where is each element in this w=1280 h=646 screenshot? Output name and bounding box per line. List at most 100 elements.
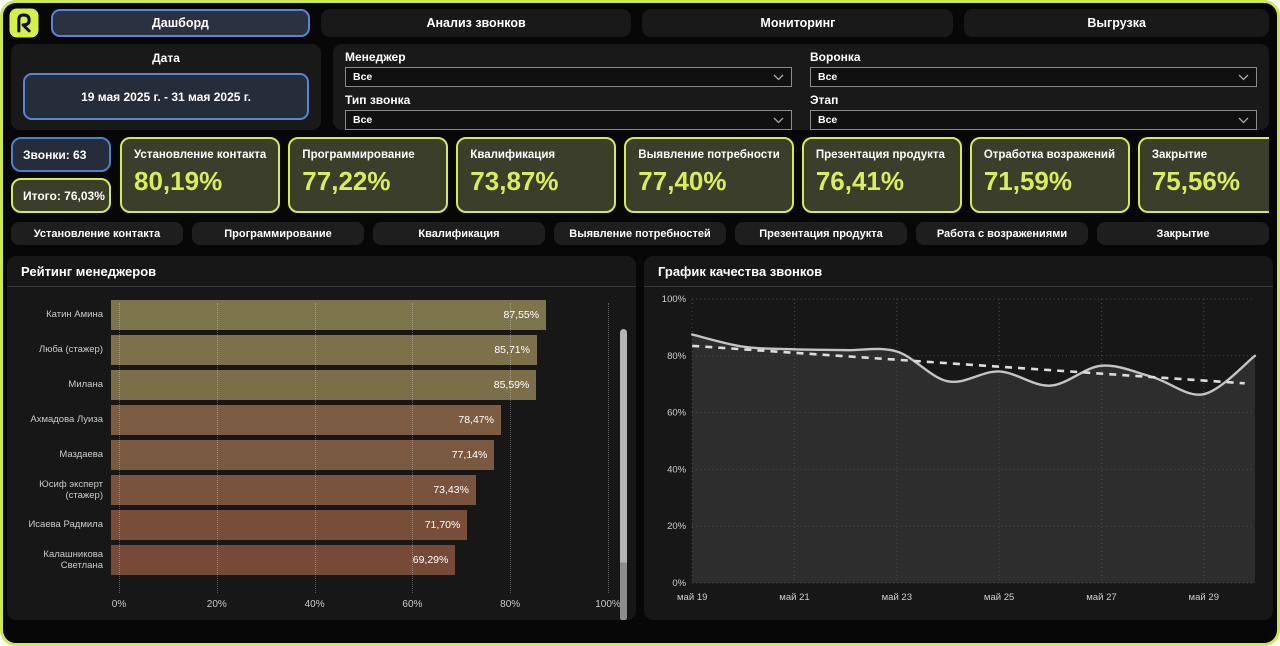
bar-category-label: Ахмадова Луиза (7, 414, 111, 425)
funnel-select-value: Все (818, 71, 1238, 83)
stage-filter-button[interactable]: Квалификация (373, 222, 545, 245)
stage-select-value: Все (818, 114, 1238, 126)
kpi-card-value: 75,56% (1152, 166, 1269, 197)
bar-category-label: Маздаева (7, 449, 111, 460)
bar-track: 87,55% (111, 300, 608, 330)
bar-chart-x-axis: 0%20%40%60%80%100% (119, 599, 608, 613)
stage-filter-button[interactable]: Установление контакта (11, 222, 183, 245)
funnel-select[interactable]: Все (810, 67, 1257, 87)
bar-row: Юсиф эксперт (стажер) 73,43% (7, 472, 636, 507)
date-filter-panel: Дата 19 мая 2025 г. - 31 мая 2025 г. (11, 44, 321, 130)
stage-filter-button[interactable]: Выявление потребностей (554, 222, 726, 245)
kpi-card-title: Отработка возражений (984, 149, 1116, 161)
tab-2[interactable]: Мониторинг (642, 9, 953, 37)
bar-row: Ахмадова Луиза 78,47% (7, 402, 636, 437)
x-axis-tick-label: май 21 (779, 592, 809, 603)
call-quality-title: График качества звонков (644, 256, 1273, 287)
chevron-down-icon (773, 74, 784, 81)
call-type-select-value: Все (353, 114, 773, 126)
bar-row: Исаева Радмила 71,70% (7, 507, 636, 542)
kpi-card: Установление контакта 80,19% (120, 137, 280, 213)
quality-line-chart[interactable]: 0%20%40%60%80%100%май 19май 21май 23май … (644, 287, 1273, 619)
bar-value-label: 77,14% (452, 449, 488, 461)
kpi-card: Презентация продукта 76,41% (802, 137, 962, 213)
bar-row: Милана85,59% (7, 367, 636, 402)
bar-category-label: Исаева Радмила (7, 519, 111, 530)
kpi-card-value: 76,41% (816, 166, 948, 197)
call-type-filter-label: Тип звонка (345, 93, 792, 107)
bar[interactable]: 85,59% (111, 370, 536, 400)
call-type-select[interactable]: Все (345, 110, 792, 130)
tab-3[interactable]: Выгрузка (964, 9, 1269, 37)
call-quality-panel: График качества звонков 0%20%40%60%80%10… (644, 256, 1273, 620)
app-logo-icon (9, 8, 39, 38)
funnel-filter-label: Воронка (810, 50, 1257, 64)
chevron-down-icon (1238, 117, 1249, 124)
kpi-card-title: Установление контакта (134, 149, 266, 161)
total-score-badge: Итого: 76,03% (11, 178, 111, 213)
dashboard-page: ДашбордАнализ звонковМониторингВыгрузка … (0, 0, 1280, 646)
x-axis-tick-label: 0% (112, 599, 126, 610)
bar-track: 69,29% (111, 545, 608, 575)
kpi-card: Программирование 77,22% (288, 137, 448, 213)
bar[interactable]: 78,47% (111, 405, 501, 435)
slicer-panel: Менеджер Все Воронка Все Тип звонка Все (333, 44, 1269, 130)
x-axis-tick-label: май 29 (1189, 592, 1219, 603)
bar-row: Калашникова Светлана69,29% (7, 542, 636, 577)
manager-select-value: Все (353, 71, 773, 83)
bar-value-label: 73,43% (433, 484, 469, 496)
stage-filter-button[interactable]: Презентация продукта (735, 222, 907, 245)
bar[interactable]: 73,43% (111, 475, 476, 505)
bar-value-label: 71,70% (425, 519, 461, 531)
chevron-down-icon (773, 117, 784, 124)
kpi-card-title: Презентация продукта (816, 149, 948, 161)
stage-filter-button[interactable]: Закрытие (1097, 222, 1269, 245)
kpi-summary-column: Звонки: 63 Итого: 76,03% (11, 137, 111, 213)
chevron-down-icon (1238, 74, 1249, 81)
manager-filter: Менеджер Все (345, 48, 792, 87)
bar-track: 77,14% (111, 440, 608, 470)
bar-track: 78,47% (111, 405, 608, 435)
y-axis-tick-label: 80% (667, 351, 687, 362)
managers-rating-panel: Рейтинг менеджеров Катин Амина87,55%Люба… (7, 256, 636, 620)
tab-0[interactable]: Дашборд (51, 9, 310, 37)
kpi-card-value: 77,40% (638, 166, 780, 197)
bar-value-label: 69,29% (413, 554, 449, 566)
bar-row: Маздаева 77,14% (7, 437, 636, 472)
y-axis-tick-label: 20% (667, 521, 687, 532)
kpi-card-title: Программирование (302, 149, 434, 161)
bar-track: 73,43% (111, 475, 608, 505)
kpi-card-title: Квалификация (470, 149, 602, 161)
manager-filter-label: Менеджер (345, 50, 792, 64)
x-axis-tick-label: 80% (500, 599, 520, 610)
kpi-card-title: Закрытие (1152, 149, 1269, 161)
kpi-card: Квалификация 73,87% (456, 137, 616, 213)
stage-buttons-row: Установление контакта Программирование Ква… (11, 222, 1269, 245)
kpi-card-value: 73,87% (470, 166, 602, 197)
x-axis-tick-label: 20% (207, 599, 227, 610)
call-type-filter: Тип звонка Все (345, 91, 792, 130)
bar[interactable]: 69,29% (111, 545, 455, 575)
bar-chart-scrollbar[interactable] (620, 329, 627, 620)
stage-filter-button[interactable]: Программирование (192, 222, 364, 245)
kpi-card-value: 71,59% (984, 166, 1116, 197)
bar-category-label: Юсиф эксперт (стажер) (7, 479, 111, 501)
bar-category-label: Милана (7, 379, 111, 390)
manager-select[interactable]: Все (345, 67, 792, 87)
bar-track: 85,71% (111, 335, 608, 365)
bar[interactable]: 85,71% (111, 335, 537, 365)
stage-select[interactable]: Все (810, 110, 1257, 130)
tab-1[interactable]: Анализ звонков (321, 9, 632, 37)
managers-bar-chart[interactable]: Катин Амина87,55%Люба (стажер)85,71%Мила… (7, 287, 636, 619)
kpi-card-value: 77,22% (302, 166, 434, 197)
bar[interactable]: 87,55% (111, 300, 546, 330)
bar-value-label: 78,47% (458, 414, 494, 426)
bar-category-label: Катин Амина (7, 309, 111, 320)
bar-row: Катин Амина87,55% (7, 297, 636, 332)
x-axis-tick-label: 40% (305, 599, 325, 610)
stage-filter-button[interactable]: Работа с возражениями (916, 222, 1088, 245)
date-range-picker[interactable]: 19 мая 2025 г. - 31 мая 2025 г. (23, 73, 309, 120)
bar[interactable]: 71,70% (111, 510, 467, 540)
kpi-card-value: 80,19% (134, 166, 266, 197)
bar[interactable]: 77,14% (111, 440, 494, 470)
